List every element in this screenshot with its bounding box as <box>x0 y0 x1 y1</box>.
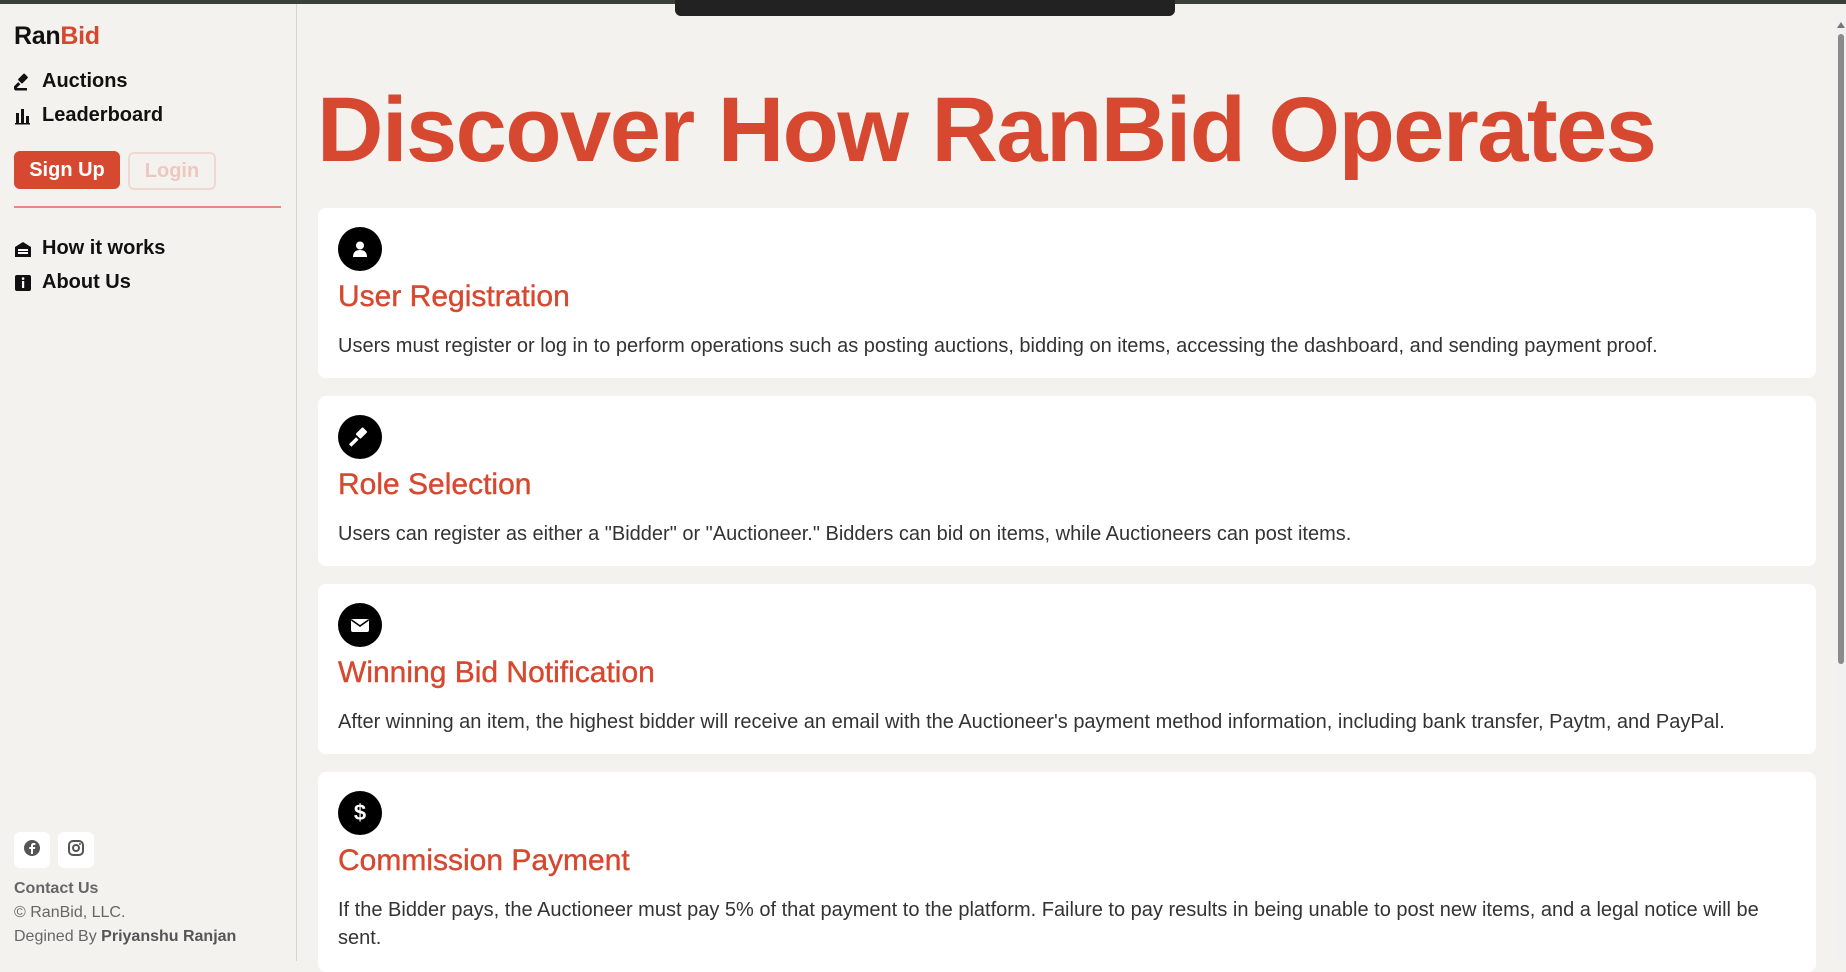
logo-text-ran: Ran <box>14 22 61 50</box>
nav-item-how-it-works[interactable]: How it works <box>14 237 165 260</box>
instagram-link[interactable] <box>58 832 94 868</box>
logo[interactable]: RanBid <box>14 22 100 51</box>
card-title: Winning Bid Notification <box>338 656 655 689</box>
card-commission-payment: $ Commission Payment If the Bidder pays,… <box>318 772 1816 972</box>
nav-label-auctions: Auctions <box>42 70 128 92</box>
dollar-icon: $ <box>338 791 382 835</box>
garage-icon <box>14 240 32 258</box>
login-button[interactable]: Login <box>128 152 216 190</box>
scroll-up-arrow-icon[interactable] <box>1837 22 1845 28</box>
card-title: User Registration <box>338 280 570 313</box>
nav-label-how-it-works: How it works <box>42 237 166 259</box>
nav-label-about-us: About Us <box>42 271 131 293</box>
logo-text-bid: Bid <box>60 22 100 50</box>
copyright: © RanBid, LLC. <box>14 904 126 921</box>
card-title: Role Selection <box>338 468 532 501</box>
envelope-icon <box>338 603 382 647</box>
nav-item-leaderboard[interactable]: Leaderboard <box>14 104 163 127</box>
instagram-icon <box>67 839 85 862</box>
designed-prefix: Degined By <box>14 928 102 945</box>
nav-item-about-us[interactable]: About Us <box>14 271 131 294</box>
bar-chart-icon <box>14 107 32 125</box>
facebook-link[interactable] <box>14 832 50 868</box>
card-role-selection: Role Selection Users can register as eit… <box>318 396 1816 566</box>
card-winning-bid-notification: Winning Bid Notification After winning a… <box>318 584 1816 754</box>
user-icon <box>338 227 382 271</box>
top-overlay-bar <box>675 0 1175 16</box>
card-title: Commission Payment <box>338 844 630 877</box>
nav-item-auctions[interactable]: Auctions <box>14 70 128 93</box>
designer-name: Priyanshu Ranjan <box>101 928 237 945</box>
info-icon <box>14 274 32 292</box>
signup-button[interactable]: Sign Up <box>14 151 120 189</box>
card-text: Users must register or log in to perform… <box>338 335 1658 357</box>
card-text: If the Bidder pays, the Auctioneer must … <box>338 899 1759 949</box>
scrollbar-thumb[interactable] <box>1838 34 1844 664</box>
page-title: Discover How RanBid Operates <box>317 79 1657 181</box>
card-text: After winning an item, the highest bidde… <box>338 711 1725 733</box>
scrollbar-track[interactable] <box>1836 16 1846 961</box>
facebook-icon <box>23 839 41 862</box>
nav-label-leaderboard: Leaderboard <box>42 104 164 126</box>
sidebar-divider <box>14 206 281 208</box>
sidebar: RanBid Auctions Leaderboard Sign Up Logi… <box>0 4 297 961</box>
designed-by: Degined By Priyanshu Ranjan <box>14 928 236 946</box>
card-user-registration: User Registration Users must register or… <box>318 208 1816 378</box>
gavel-icon <box>14 73 32 91</box>
card-text: Users can register as either a "Bidder" … <box>338 523 1352 545</box>
gavel-icon <box>338 415 382 459</box>
contact-us-link[interactable]: Contact Us <box>14 880 98 898</box>
